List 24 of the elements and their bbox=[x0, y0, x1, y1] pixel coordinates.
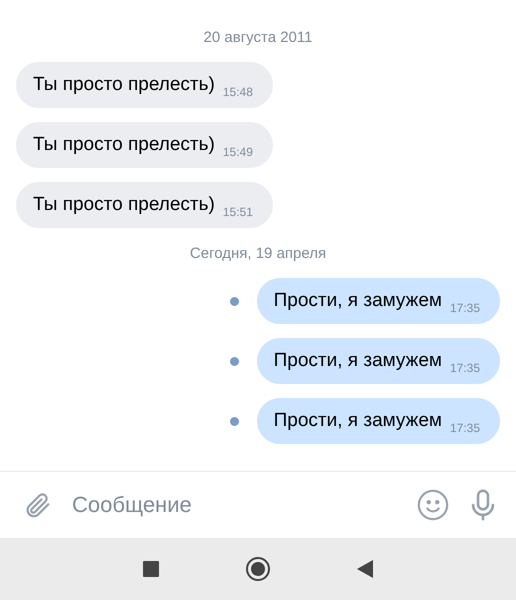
message-input[interactable]: Сообщение bbox=[70, 491, 398, 519]
message-text: Ты просто прелесть) bbox=[33, 73, 215, 97]
message-bubble[interactable]: Прости, я замужем 17:35 bbox=[256, 278, 500, 324]
message-bubble[interactable]: Прости, я замужем 17:35 bbox=[256, 338, 500, 384]
home-button[interactable] bbox=[245, 556, 271, 582]
message-time: 17:35 bbox=[450, 302, 480, 314]
message-bubble[interactable]: Ты просто прелесть) 15:48 bbox=[16, 62, 273, 108]
message-bubble[interactable]: Прости, я замужем 17:35 bbox=[256, 398, 500, 444]
message-text: Прости, я замужем bbox=[274, 289, 442, 313]
message-time: 15:48 bbox=[222, 86, 253, 98]
message-time: 17:35 bbox=[450, 362, 480, 374]
message-time: 15:49 bbox=[222, 146, 253, 158]
message-time: 15:51 bbox=[222, 206, 253, 218]
date-separator: Сегодня, 19 апреля bbox=[190, 244, 326, 264]
message-text: Прости, я замужем bbox=[274, 349, 442, 373]
message-bubble[interactable]: Ты просто прелесть) 15:49 bbox=[16, 122, 273, 168]
message-bubble[interactable]: Ты просто прелесть) 15:51 bbox=[16, 182, 273, 228]
message-text: Прости, я замужем bbox=[274, 409, 442, 433]
back-button[interactable] bbox=[357, 560, 373, 578]
message-text: Ты просто прелесть) bbox=[33, 193, 215, 217]
message-time: 17:35 bbox=[450, 422, 480, 434]
message-text: Ты просто прелесть) bbox=[33, 133, 215, 157]
date-separator: 20 августа 2011 bbox=[204, 28, 312, 48]
smiley-icon[interactable] bbox=[416, 488, 450, 522]
